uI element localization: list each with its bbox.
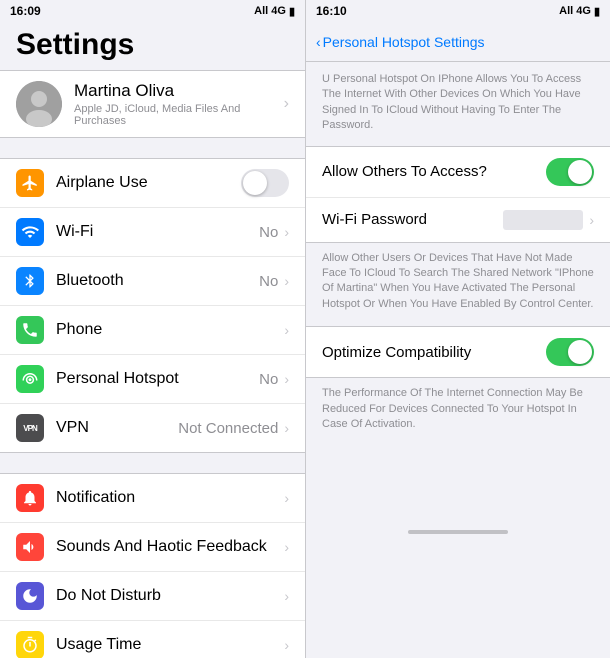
hotspot-label: Personal Hotspot — [56, 370, 259, 388]
usage-chevron: › — [284, 637, 289, 653]
optimize-label: Optimize Compatibility — [322, 344, 546, 361]
settings-item-phone[interactable]: Phone › — [0, 306, 305, 355]
connectivity-group: Airplane Use Wi-Fi No › Bluetooth No › — [0, 158, 305, 453]
user-info: Martina Oliva Apple JD, iCloud, Media Fi… — [74, 81, 284, 127]
bluetooth-chevron: › — [284, 273, 289, 289]
sounds-label: Sounds And Haotic Feedback — [56, 538, 284, 556]
left-panel: 16:09 All 4G ▮ Settings Martina Oliva Ap… — [0, 0, 305, 658]
settings-item-airplane[interactable]: Airplane Use — [0, 159, 305, 208]
home-bar — [408, 530, 508, 534]
allow-others-toggle[interactable] — [546, 158, 594, 186]
user-name: Martina Oliva — [74, 81, 284, 101]
notification-chevron: › — [284, 490, 289, 506]
notification-label: Notification — [56, 489, 284, 507]
optimize-toggle-knob — [568, 340, 592, 364]
sounds-chevron: › — [284, 539, 289, 555]
settings-item-wifi[interactable]: Wi-Fi No › — [0, 208, 305, 257]
vpn-chevron: › — [284, 420, 289, 436]
usage-label: Usage Time — [56, 636, 284, 654]
airplane-toggle[interactable] — [241, 169, 289, 197]
nav-back-label: Personal Hotspot Settings — [323, 34, 485, 50]
right-content: U Personal Hotspot On IPhone Allows You … — [306, 62, 610, 658]
wifi-label: Wi-Fi — [56, 223, 259, 241]
vpn-label: VPN — [56, 419, 178, 437]
wifi-password-chevron: › — [589, 212, 594, 228]
dnd-label: Do Not Disturb — [56, 587, 284, 605]
vpn-icon: VPN — [16, 414, 44, 442]
left-time: 16:09 — [10, 4, 41, 18]
settings-item-notification[interactable]: Notification › — [0, 474, 305, 523]
allow-others-group: Allow Others To Access? Wi-Fi Password › — [306, 146, 610, 243]
wifi-password-value — [503, 210, 583, 230]
nav-bar: ‹ Personal Hotspot Settings — [306, 22, 610, 62]
settings-item-hotspot[interactable]: Personal Hotspot No › — [0, 355, 305, 404]
left-battery-icon: ▮ — [289, 5, 295, 18]
bluetooth-value: No — [259, 273, 278, 290]
phone-label: Phone — [56, 321, 284, 339]
allow-others-toggle-knob — [568, 160, 592, 184]
hotspot-chevron: › — [284, 371, 289, 387]
dnd-chevron: › — [284, 588, 289, 604]
settings-title: Settings — [0, 22, 305, 70]
right-time: 16:10 — [316, 4, 347, 18]
bluetooth-icon — [16, 267, 44, 295]
optimize-toggle[interactable] — [546, 338, 594, 366]
wifi-chevron: › — [284, 224, 289, 240]
right-panel: 16:10 All 4G ▮ ‹ Personal Hotspot Settin… — [305, 0, 610, 658]
wifi-password-label: Wi-Fi Password — [322, 211, 503, 228]
phone-icon — [16, 316, 44, 344]
hotspot-value: No — [259, 371, 278, 388]
back-chevron: ‹ — [316, 34, 321, 50]
airplane-icon — [16, 169, 44, 197]
phone-chevron: › — [284, 322, 289, 338]
hotspot-info-text: U Personal Hotspot On IPhone Allows You … — [306, 62, 610, 146]
notification-group: Notification › Sounds And Haotic Feedbac… — [0, 473, 305, 658]
left-status-bar: 16:09 All 4G ▮ — [0, 0, 305, 22]
notification-icon — [16, 484, 44, 512]
airplane-label: Airplane Use — [56, 174, 241, 192]
right-network: All 4G — [559, 5, 591, 17]
home-indicator — [306, 526, 610, 536]
shared-network-info: Allow Other Users Or Devices That Have N… — [306, 243, 610, 327]
hotspot-icon — [16, 365, 44, 393]
settings-item-bluetooth[interactable]: Bluetooth No › — [0, 257, 305, 306]
settings-item-vpn[interactable]: VPN VPN Not Connected › — [0, 404, 305, 452]
settings-item-sounds[interactable]: Sounds And Haotic Feedback › — [0, 523, 305, 572]
allow-others-item[interactable]: Allow Others To Access? — [306, 147, 610, 198]
optimize-item[interactable]: Optimize Compatibility — [306, 327, 610, 377]
sounds-icon — [16, 533, 44, 561]
wifi-value: No — [259, 224, 278, 241]
allow-others-label: Allow Others To Access? — [322, 163, 546, 180]
wifi-icon — [16, 218, 44, 246]
right-status-bar: 16:10 All 4G ▮ — [306, 0, 610, 22]
airplane-toggle-knob — [243, 171, 267, 195]
right-status-icons: All 4G ▮ — [559, 5, 600, 18]
usage-icon — [16, 631, 44, 658]
wifi-password-item[interactable]: Wi-Fi Password › — [306, 198, 610, 242]
optimize-info: The Performance Of The Internet Connecti… — [306, 378, 610, 446]
left-status-icons: All 4G ▮ — [254, 5, 295, 18]
avatar — [16, 81, 62, 127]
bluetooth-label: Bluetooth — [56, 272, 259, 290]
settings-item-dnd[interactable]: Do Not Disturb › — [0, 572, 305, 621]
right-battery-icon: ▮ — [594, 5, 600, 18]
back-button[interactable]: ‹ Personal Hotspot Settings — [316, 34, 485, 50]
left-network: All 4G — [254, 5, 286, 17]
vpn-value: Not Connected — [178, 420, 278, 437]
user-sub: Apple JD, iCloud, Media Files And Purcha… — [74, 103, 284, 127]
user-chevron: › — [284, 95, 289, 113]
settings-item-usage[interactable]: Usage Time › — [0, 621, 305, 658]
dnd-icon — [16, 582, 44, 610]
optimize-group: Optimize Compatibility — [306, 326, 610, 378]
user-profile[interactable]: Martina Oliva Apple JD, iCloud, Media Fi… — [0, 70, 305, 138]
